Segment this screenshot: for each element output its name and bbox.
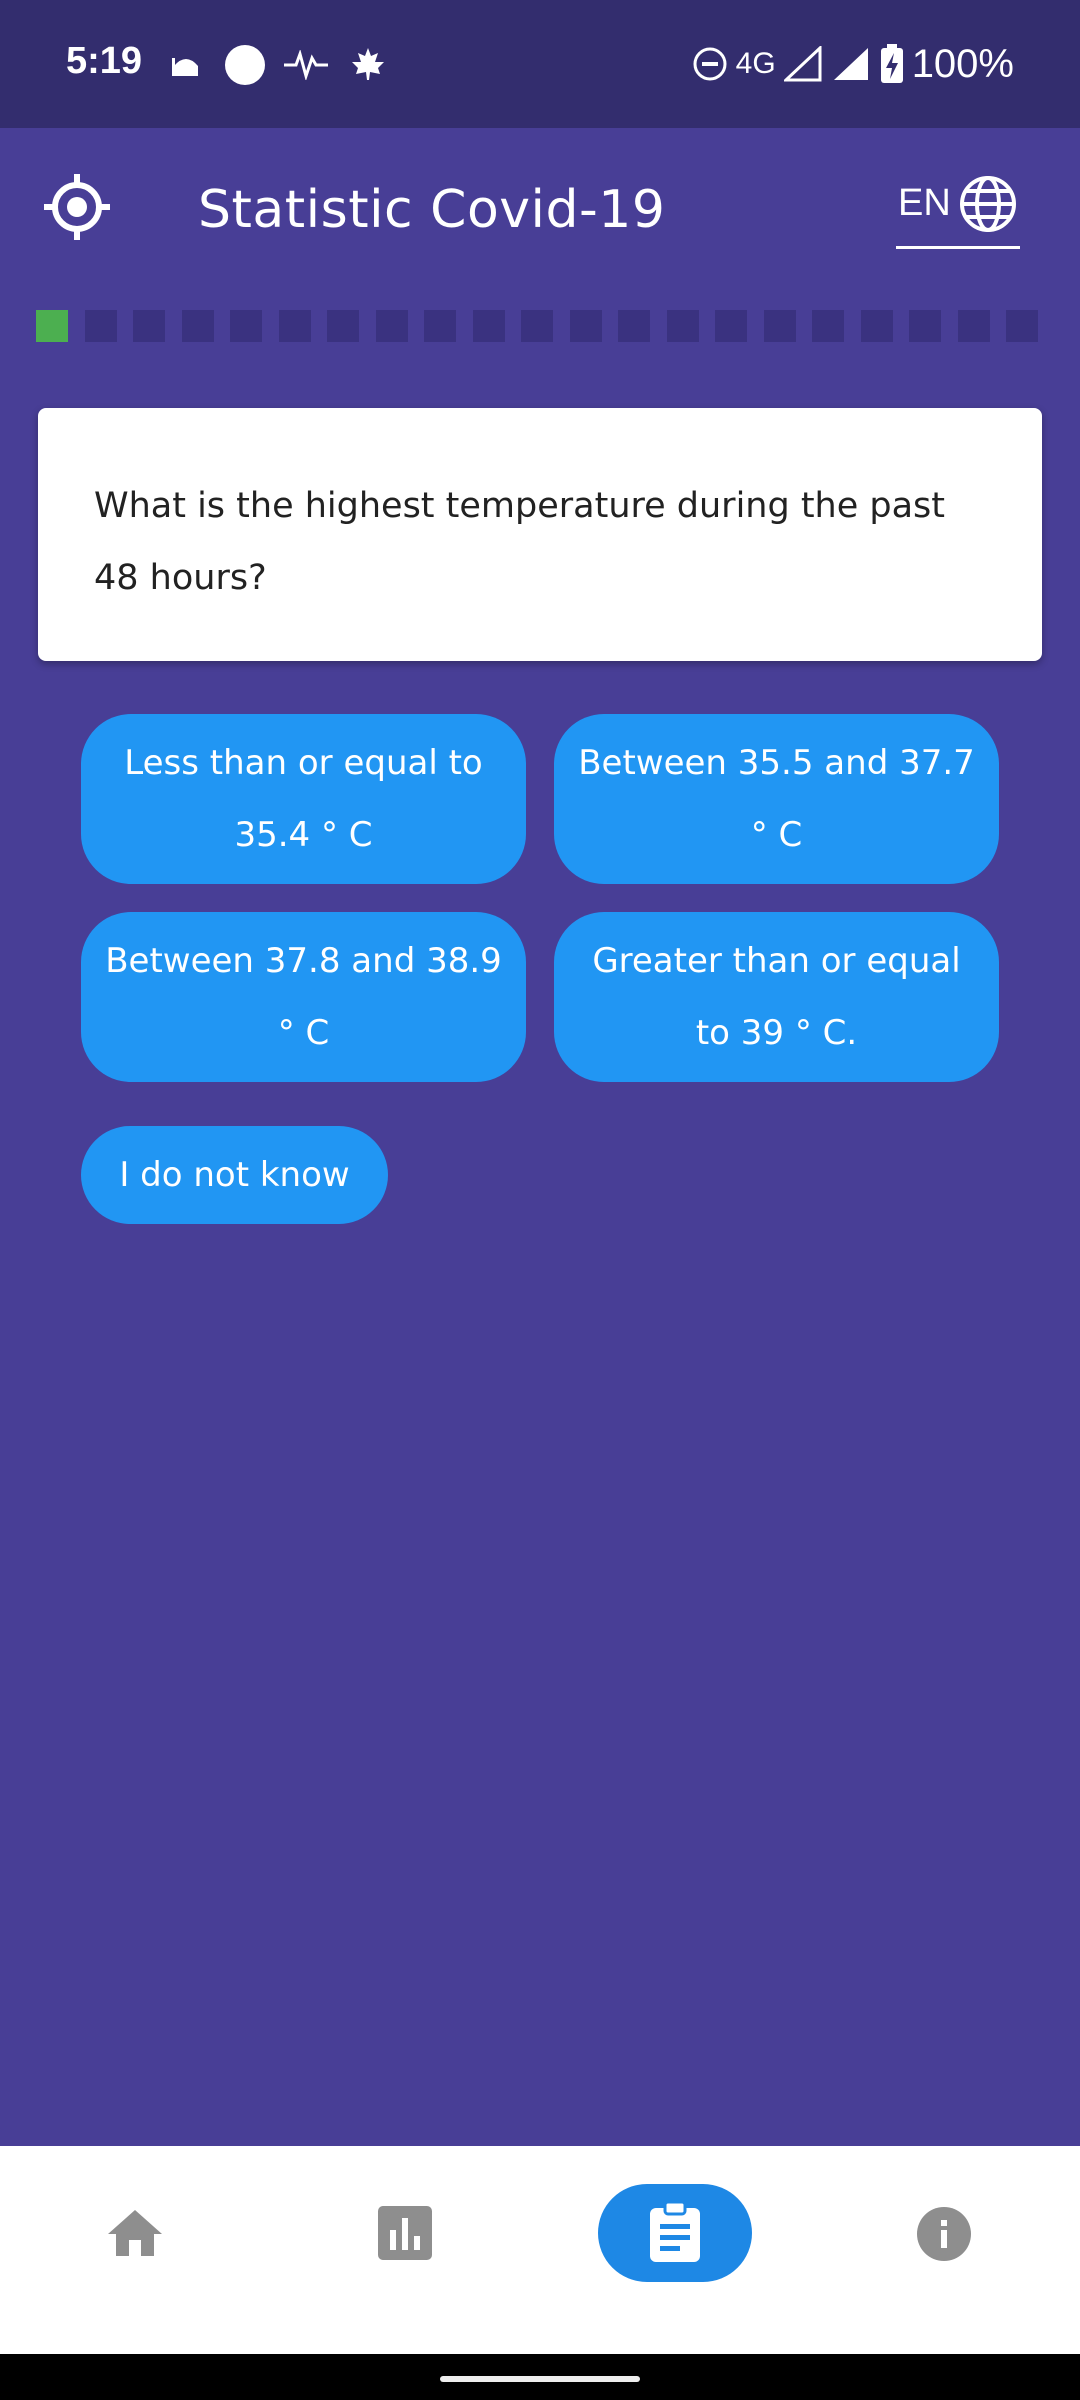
progress-step xyxy=(909,310,941,342)
progress-step xyxy=(957,310,990,342)
progress-step xyxy=(812,310,844,342)
progress-step xyxy=(230,310,262,342)
question-text: What is the highest temperature during t… xyxy=(94,486,946,598)
clipboard-icon xyxy=(650,2202,700,2262)
battery-label: 100% xyxy=(911,41,1014,86)
progress-step xyxy=(181,310,214,342)
progress-step xyxy=(860,310,893,342)
info-icon[interactable] xyxy=(916,2206,972,2262)
bottom-navigation xyxy=(0,2146,1080,2354)
answer-option-label: I do not know xyxy=(119,1155,350,1195)
progress-step xyxy=(278,310,311,342)
answer-option-button[interactable]: Between 35.5 and 37.7 ° C xyxy=(554,714,999,884)
progress-step xyxy=(36,310,68,342)
progress-step xyxy=(84,310,117,342)
language-button[interactable]: EN xyxy=(896,174,1020,249)
answer-option-button[interactable]: I do not know xyxy=(81,1126,388,1224)
progress-step xyxy=(472,310,505,342)
signal-icon xyxy=(783,46,822,82)
progress-step xyxy=(327,310,359,342)
answer-option-button[interactable]: Less than or equal to 35.4 ° C xyxy=(81,714,526,884)
answer-option-label: Greater than or equal to 39 ° C. xyxy=(592,941,961,1053)
progress-step xyxy=(569,310,602,342)
crosshair-locate-icon[interactable] xyxy=(44,174,110,240)
status-time: 5:19 xyxy=(66,40,143,82)
globe-icon xyxy=(960,176,1016,232)
page-title: Statistic Covid-19 xyxy=(198,180,666,240)
progress-step xyxy=(618,310,650,342)
answer-option-label: Less than or equal to 35.4 ° C xyxy=(124,743,483,855)
progress-step xyxy=(375,310,408,342)
tab-survey[interactable] xyxy=(598,2184,752,2282)
language-label: EN xyxy=(898,182,951,224)
circle-notification-icon xyxy=(225,45,265,85)
answer-option-button[interactable]: Between 37.8 and 38.9 ° C xyxy=(81,912,526,1082)
app-bar: Statistic Covid-19 EN xyxy=(0,128,1080,288)
progress-step xyxy=(521,310,553,342)
maple-leaf-notification-icon xyxy=(352,48,384,80)
progress-step xyxy=(424,310,456,342)
network-label: 4G xyxy=(735,47,776,80)
mosque-notification-icon xyxy=(172,58,198,76)
home-gesture-handle[interactable] xyxy=(440,2376,640,2382)
battery-charging-icon xyxy=(880,44,903,83)
answer-option-button[interactable]: Greater than or equal to 39 ° C. xyxy=(554,912,999,1082)
status-bar: 5:19 4G 100% xyxy=(0,0,1080,128)
question-progress xyxy=(36,310,1046,342)
progress-step xyxy=(1006,310,1038,342)
pulse-notification-icon xyxy=(284,50,328,80)
progress-step xyxy=(133,310,165,342)
progress-step xyxy=(763,310,796,342)
status-right: 4G 100% xyxy=(692,38,1014,90)
signal-icon xyxy=(833,48,868,80)
answer-option-label: Between 37.8 and 38.9 ° C xyxy=(105,941,502,1053)
home-icon[interactable] xyxy=(106,2208,164,2258)
do-not-disturb-icon xyxy=(693,47,727,81)
question-card: What is the highest temperature during t… xyxy=(38,408,1042,661)
progress-step xyxy=(715,310,747,342)
gesture-bar xyxy=(0,2354,1080,2400)
progress-step xyxy=(666,310,699,342)
bar-chart-icon[interactable] xyxy=(378,2206,432,2260)
answer-option-label: Between 35.5 and 37.7 ° C xyxy=(578,743,975,855)
